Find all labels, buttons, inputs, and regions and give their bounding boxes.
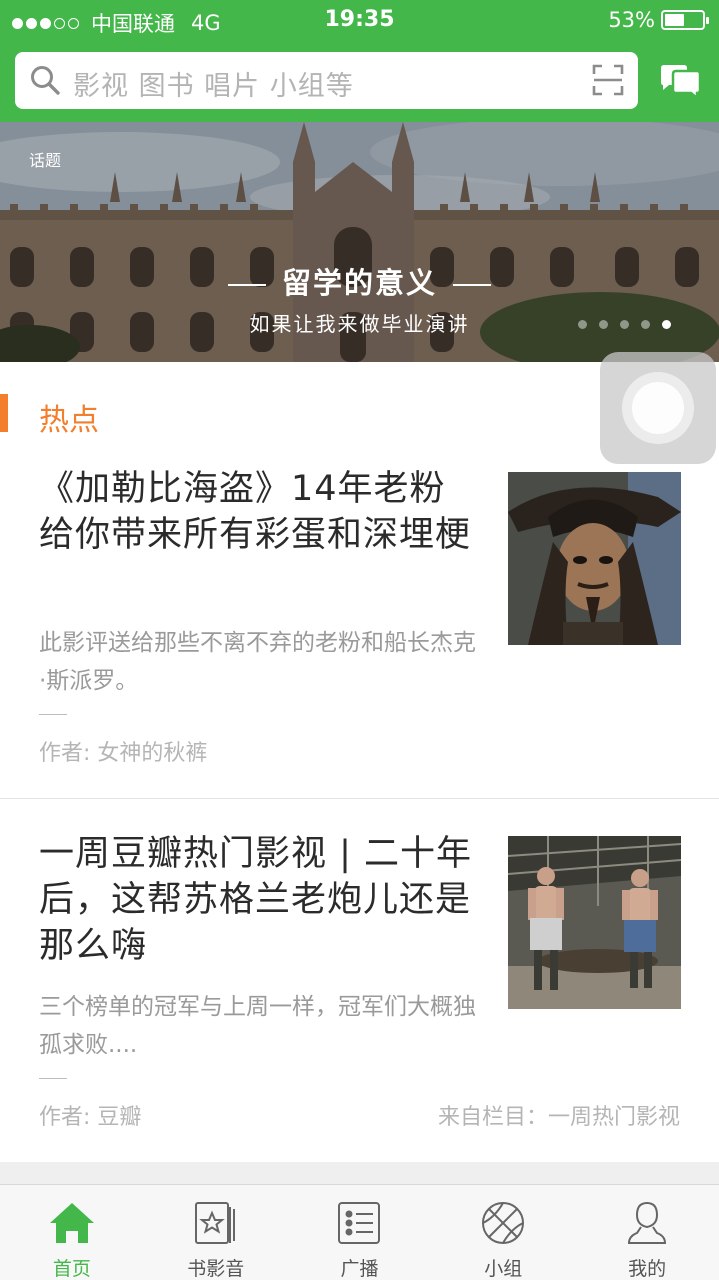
messages-icon[interactable] bbox=[657, 62, 703, 102]
carousel-dot[interactable] bbox=[620, 320, 629, 329]
banner-title: 留学的意义 bbox=[0, 260, 719, 302]
article-title[interactable]: 《加勒比海盗》14年老粉给你带来所有彩蛋和深埋梗 bbox=[39, 466, 479, 558]
article-summary: 三个榜单的冠军与上周一样，冠军们大概独孤求败.... bbox=[39, 994, 476, 1058]
search-icon bbox=[31, 66, 60, 95]
bottom-tab-bar: 首页 书影音 广播 小组 我的 bbox=[0, 1184, 719, 1280]
tab-label: 我的 bbox=[628, 1258, 667, 1280]
book-movie-music-icon bbox=[194, 1202, 235, 1244]
tab-group[interactable]: 小组 bbox=[431, 1185, 575, 1280]
tab-broadcast[interactable]: 广播 bbox=[288, 1185, 432, 1280]
assistive-touch-button[interactable] bbox=[600, 352, 716, 464]
tab-label: 首页 bbox=[52, 1258, 91, 1280]
group-ball-icon bbox=[482, 1202, 525, 1244]
battery-icon bbox=[661, 10, 709, 30]
home-icon bbox=[49, 1203, 94, 1243]
tab-mine[interactable]: 我的 bbox=[575, 1185, 719, 1280]
carousel-indicator bbox=[578, 320, 671, 329]
tab-home[interactable]: 首页 bbox=[0, 1185, 144, 1280]
search-input[interactable]: 影视 图书 唱片 小组等 bbox=[15, 52, 638, 109]
article-author[interactable]: 作者: 女神的秋裤 bbox=[39, 735, 207, 767]
tab-label: 书影音 bbox=[187, 1258, 245, 1280]
carousel-dot[interactable] bbox=[662, 320, 671, 329]
scan-icon[interactable] bbox=[592, 64, 624, 96]
article-divider bbox=[0, 798, 719, 799]
battery-percent: 53% bbox=[608, 8, 655, 32]
tab-book-movie-music[interactable]: 书影音 bbox=[144, 1185, 288, 1280]
status-right: 53% bbox=[608, 8, 709, 32]
section-title: 热点 bbox=[39, 403, 99, 438]
article-summary: 此影评送给那些不离不弃的老粉和船长杰克·斯派罗。 bbox=[39, 630, 476, 694]
article-column-source[interactable]: 来自栏目：一周热门影视 bbox=[438, 1099, 680, 1131]
status-bar: 中国联通 4G 19:35 53% bbox=[0, 0, 719, 40]
search-placeholder: 影视 图书 唱片 小组等 bbox=[73, 71, 354, 102]
app-header: 中国联通 4G 19:35 53% 影视 图书 唱片 小组等 bbox=[0, 0, 719, 122]
article-thumbnail[interactable] bbox=[508, 836, 681, 1009]
barn-scene-image bbox=[508, 836, 681, 1009]
article-author[interactable]: 作者: 豆瓣 bbox=[39, 1099, 141, 1131]
topic-banner[interactable]: 话题 留学的意义 如果让我来做毕业演讲 bbox=[0, 122, 719, 362]
section-accent-bar bbox=[0, 394, 8, 432]
pirate-portrait-image bbox=[508, 472, 681, 645]
person-icon bbox=[628, 1201, 667, 1244]
banner-tag: 话题 bbox=[29, 151, 62, 170]
tab-label: 小组 bbox=[484, 1258, 523, 1280]
carousel-dot[interactable] bbox=[578, 320, 587, 329]
carousel-dot[interactable] bbox=[599, 320, 608, 329]
broadcast-icon bbox=[338, 1202, 381, 1244]
article-title[interactable]: 一周豆瓣热门影视 | 二十年后，这帮苏格兰老炮儿还是那么嗨 bbox=[39, 831, 479, 969]
tab-label: 广播 bbox=[340, 1258, 379, 1280]
content-end-spacer bbox=[0, 1162, 719, 1184]
article-separator bbox=[39, 1078, 67, 1079]
article-separator bbox=[39, 714, 67, 715]
carousel-dot[interactable] bbox=[641, 320, 650, 329]
article-thumbnail[interactable] bbox=[508, 472, 681, 645]
